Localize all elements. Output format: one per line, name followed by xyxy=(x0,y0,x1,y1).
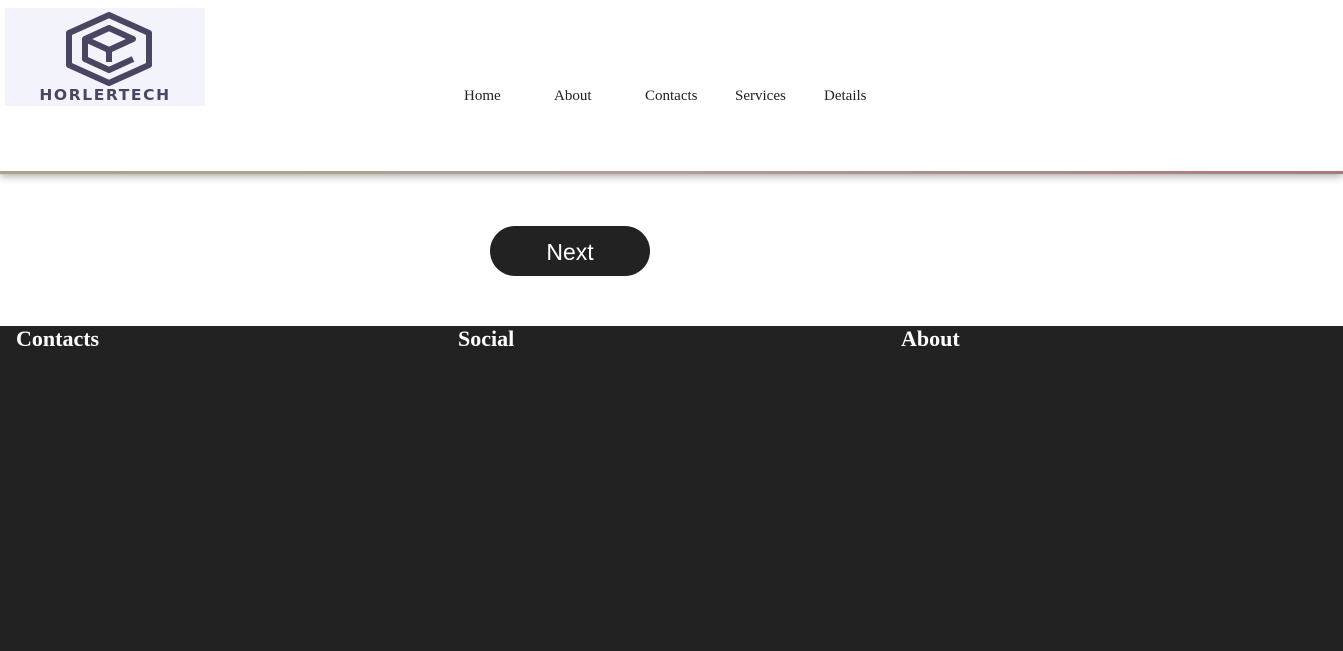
main-nav: Home About Contacts Services Details xyxy=(0,86,1343,106)
footer-heading-about: About xyxy=(901,326,960,351)
main-content: Next xyxy=(0,174,1343,326)
footer-heading-social: Social xyxy=(458,326,515,351)
nav-item-contacts[interactable]: Contacts xyxy=(645,86,698,106)
nav-item-details[interactable]: Details xyxy=(824,86,867,106)
hexagon-cube-icon xyxy=(66,12,152,86)
nav-item-about[interactable]: About xyxy=(554,86,592,106)
site-footer: Contacts Social About xyxy=(0,326,1343,651)
footer-heading-contacts: Contacts xyxy=(16,326,100,351)
nav-item-services[interactable]: Services xyxy=(735,86,786,106)
next-button[interactable]: Next xyxy=(490,226,650,276)
nav-item-home[interactable]: Home xyxy=(464,86,501,106)
site-header: HORLERTECH Home About Contacts Services … xyxy=(0,0,1343,172)
header-divider xyxy=(0,171,1343,174)
